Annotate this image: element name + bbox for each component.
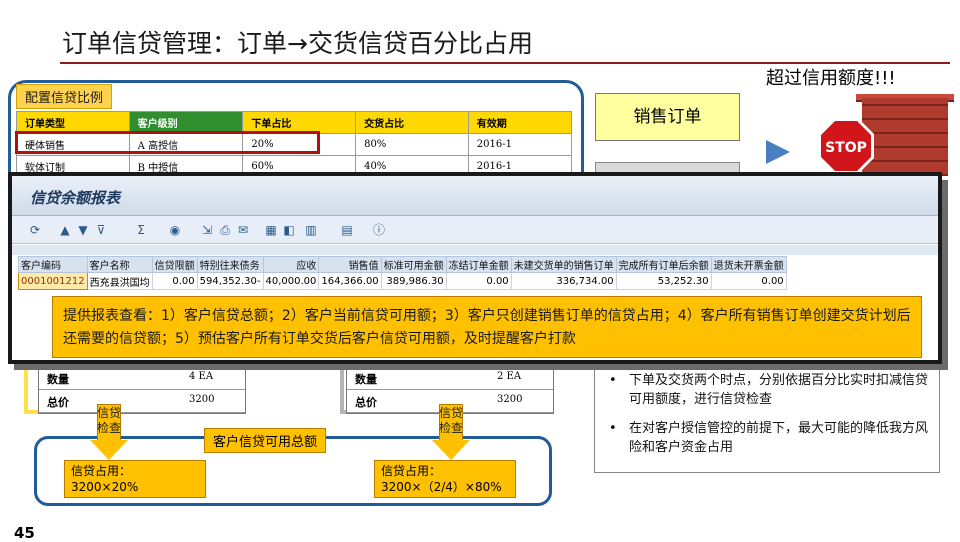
cell[interactable]: 164,366.00	[318, 272, 382, 290]
stop-text: STOP	[825, 140, 867, 156]
col-header[interactable]: 信贷限额	[151, 256, 198, 273]
arrow-right-icon	[766, 140, 790, 164]
col-header[interactable]: 客户编码	[18, 256, 88, 273]
customer-code-cell[interactable]: 0001001212	[18, 272, 88, 290]
credit-check-arrow-left: 信贷检查	[90, 404, 128, 460]
total-label: 总价	[355, 396, 377, 409]
qty-row: 数量 2 EA	[347, 367, 553, 390]
occupy-box-right: 信贷占用： 3200×（2/4）×80%	[374, 460, 516, 498]
cell: 2016-1	[467, 133, 573, 156]
qty-row: 数量 4 EA	[39, 367, 245, 390]
col-header[interactable]: 未建交货单的销售订单	[510, 256, 617, 273]
customer-name-cell[interactable]: 西充县洪国均	[86, 272, 153, 290]
window-titlebar: 信贷余额报表	[12, 176, 938, 216]
total-value: 3200	[189, 394, 215, 405]
col-header[interactable]: 应收	[262, 256, 320, 273]
qty-label: 数量	[355, 373, 377, 386]
occupy-formula: 3200×20%	[71, 480, 139, 494]
mail-icon[interactable]: ✉	[234, 221, 252, 239]
cell: 80%	[355, 133, 469, 156]
arrow-label: 信贷检查	[97, 406, 122, 435]
row-highlight	[15, 131, 320, 154]
sales-order-box: 销售订单	[595, 93, 740, 141]
cell[interactable]: 594,352.30-	[196, 272, 264, 290]
cell[interactable]: 0.00	[710, 272, 787, 290]
info-icon[interactable]: ⓘ	[370, 221, 388, 239]
toolbar-gap	[12, 245, 938, 255]
report-description-note: 提供报表查看：1）客户信贷总额；2）客户当前信贷可用额；3）客户只创建销售订单的…	[52, 296, 922, 358]
total-row: 总价 3200	[39, 390, 245, 413]
arrow-label: 信贷检查	[439, 406, 464, 435]
refresh-icon[interactable]: ⟳	[26, 221, 44, 239]
occupy-title: 信贷占用：	[71, 464, 132, 478]
print-icon[interactable]: ⎙	[216, 221, 234, 239]
sum-icon[interactable]: Σ	[132, 221, 150, 239]
col-header[interactable]: 标准可用金额	[380, 256, 447, 273]
occupy-box-left: 信贷占用： 3200×20%	[64, 460, 206, 498]
grid-header: 客户编码 客户名称 信贷限额 特别往来债务 应收 销售值 标准可用金额 冻结订单…	[18, 256, 787, 273]
cell[interactable]: 389,986.30	[380, 272, 447, 290]
order-box-left: 数量 4 EA 总价 3200	[38, 366, 246, 414]
grid-icon[interactable]: ▤	[338, 221, 356, 239]
col-header[interactable]: 完成所有订单后余额	[615, 256, 712, 273]
qty-value: 4 EA	[189, 371, 214, 382]
credit-check-arrow-right: 信贷检查	[432, 404, 470, 460]
subtotal-icon[interactable]: ◉	[166, 221, 184, 239]
col-header[interactable]: 客户名称	[86, 256, 153, 273]
layout-icon[interactable]: ▦	[262, 221, 280, 239]
col-header[interactable]: 销售值	[318, 256, 382, 273]
table-row[interactable]: 0001001212 西充县洪国均 0.00 594,352.30- 40,00…	[18, 272, 787, 290]
qty-label: 数量	[47, 373, 69, 386]
col-header[interactable]: 退货未开票金额	[710, 256, 787, 273]
cell[interactable]: 53,252.30	[615, 272, 712, 290]
sort-descending-icon[interactable]: ▼	[74, 221, 92, 239]
cell[interactable]: 0.00	[445, 272, 512, 290]
total-credit-label: 客户信贷可用总额	[204, 428, 327, 453]
qty-value: 2 EA	[497, 371, 522, 382]
total-label: 总价	[47, 396, 69, 409]
col-header[interactable]: 冻结订单金额	[445, 256, 512, 273]
bullet-item: 下单及交货两个时点，分别依据百分比实时扣减信贷可用额度，进行信贷检查	[603, 371, 929, 409]
col-delivery-ratio: 交货占比	[355, 111, 469, 134]
change-layout-icon[interactable]: ◧	[280, 221, 298, 239]
occupy-title: 信贷占用：	[381, 464, 442, 478]
occupy-formula: 3200×（2/4）×80%	[381, 480, 502, 494]
config-label: 配置信贷比例	[16, 84, 113, 109]
stop-sign-icon: STOP	[818, 118, 874, 174]
credit-report-window: 信贷余额报表 ⟳ ▲ ▼ ⊽ Σ ◉ ⇲ ⎙ ✉ ▦ ◧ ▥ ▤ ⓘ 客户编码 …	[8, 172, 942, 364]
bullet-item: 在对客户授信管控的前提下，最大可能的降低我方风险和客户资金占用	[603, 419, 929, 457]
cell[interactable]: 40,000.00	[262, 272, 320, 290]
cell[interactable]: 336,734.00	[510, 272, 617, 290]
window-title: 信贷余额报表	[30, 189, 121, 207]
total-value: 3200	[497, 394, 523, 405]
export-icon[interactable]: ⇲	[198, 221, 216, 239]
slide-title: 订单信贷管理：订单→交货信贷百分比占用	[62, 29, 533, 58]
bullet-panel: 下单及交货两个时点，分别依据百分比实时扣减信贷可用额度，进行信贷检查 在对客户授…	[594, 362, 940, 473]
page-number: 45	[14, 524, 35, 542]
over-limit-text: 超过信用额度!!!	[766, 68, 896, 89]
report-toolbar: ⟳ ▲ ▼ ⊽ Σ ◉ ⇲ ⎙ ✉ ▦ ◧ ▥ ▤ ⓘ	[12, 216, 938, 244]
graphic-icon[interactable]: ▥	[302, 221, 320, 239]
sort-ascending-icon[interactable]: ▲	[56, 221, 74, 239]
cell[interactable]: 0.00	[151, 272, 198, 290]
col-validity: 有效期	[467, 111, 573, 134]
col-header[interactable]: 特别往来债务	[196, 256, 264, 273]
filter-icon[interactable]: ⊽	[92, 221, 110, 239]
credit-balance-grid: 客户编码 客户名称 信贷限额 特别往来债务 应收 销售值 标准可用金额 冻结订单…	[18, 256, 787, 290]
